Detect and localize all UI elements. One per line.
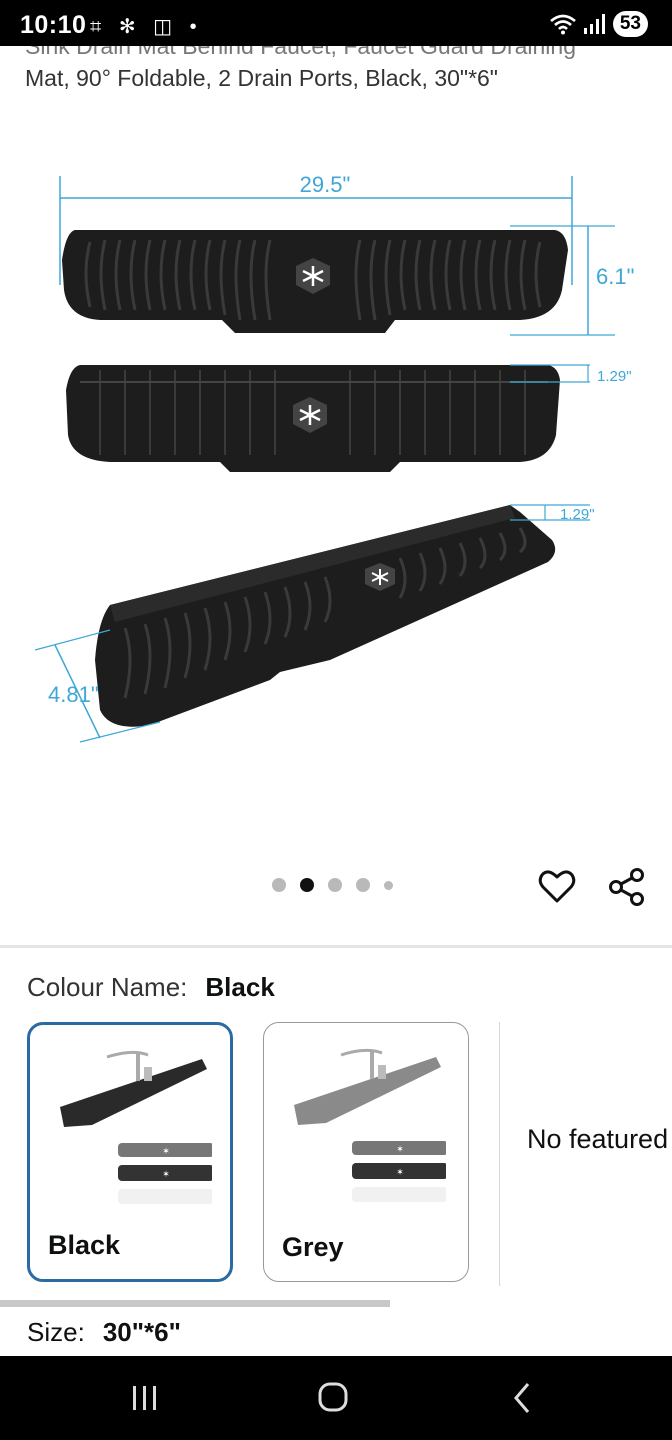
svg-text:✶: ✶ xyxy=(396,1144,404,1154)
width-dimension-label: 29.5" xyxy=(300,172,351,197)
svg-text:✶: ✶ xyxy=(162,1169,170,1179)
colour-option-label: Grey xyxy=(282,1232,344,1262)
battery-indicator: 53 xyxy=(612,11,648,37)
share-button[interactable] xyxy=(606,866,648,908)
svg-text:✶: ✶ xyxy=(162,1146,170,1156)
black-mat-thumbnail: ✶ ✶ xyxy=(60,1050,212,1204)
colour-option-label: Black xyxy=(48,1230,121,1260)
carousel-dot[interactable] xyxy=(272,878,286,892)
colour-name-row: Colour Name: Black xyxy=(27,972,275,1003)
signal-icon xyxy=(583,14,605,34)
size-key: Size: xyxy=(27,1317,85,1347)
carousel-dot[interactable] xyxy=(384,880,393,890)
carousel-dot[interactable] xyxy=(356,878,370,892)
carousel-indicator[interactable] xyxy=(272,878,393,892)
size-value: 30"*6" xyxy=(102,1317,181,1347)
sink-mat-dimension-illustration: 29.5" 6.1" 1.29" 1.29" 4.81" xyxy=(34,172,634,743)
height-dimension-label: 6.1" xyxy=(596,264,634,289)
no-featured-offers-text: No featured offers xyxy=(527,1124,672,1154)
share-icon xyxy=(609,868,644,906)
no-featured-offers[interactable]: No featured offers xyxy=(527,1122,672,1156)
product-image[interactable]: 29.5" 6.1" 1.29" 1.29" 4.81" xyxy=(0,150,672,770)
status-right: 53 xyxy=(549,10,648,38)
carousel-dot[interactable] xyxy=(328,878,342,892)
back-icon xyxy=(514,1383,530,1413)
heart-icon xyxy=(538,870,576,903)
colour-name-key: Colour Name: xyxy=(27,972,188,1002)
product-title-line: Mat, 90° Foldable, 2 Drain Ports, Black,… xyxy=(25,65,498,91)
section-divider xyxy=(0,945,672,948)
colour-name-value: Black xyxy=(205,972,275,1002)
colour-option-black[interactable]: ✶ ✶ Black xyxy=(27,1022,233,1282)
recent-apps-button[interactable] xyxy=(115,1376,175,1420)
wifi-icon xyxy=(550,14,576,35)
svg-text:✶: ✶ xyxy=(396,1167,404,1177)
swatch-scrollbar[interactable] xyxy=(0,1300,390,1307)
home-icon xyxy=(318,1382,348,1412)
carousel-dot-active[interactable] xyxy=(300,878,314,892)
notification-icons: ⌗ ✻ ◫ • xyxy=(90,16,203,38)
status-time: 10:10 xyxy=(20,11,87,39)
system-nav-bar xyxy=(0,1356,672,1440)
thickness-side-label: 1.29" xyxy=(560,506,595,523)
swatch-separator xyxy=(499,1022,500,1286)
home-button[interactable] xyxy=(303,1376,363,1420)
depth-dimension-label: 4.81" xyxy=(48,682,99,707)
wishlist-button[interactable] xyxy=(537,866,577,906)
grey-mat-thumbnail: ✶ ✶ xyxy=(294,1048,446,1202)
size-row: Size: 30"*6" xyxy=(27,1317,181,1348)
recent-apps-icon xyxy=(133,1386,156,1410)
thickness-top-label: 1.29" xyxy=(597,368,632,385)
colour-option-grey[interactable]: ✶ ✶ Grey xyxy=(263,1022,469,1282)
back-button[interactable] xyxy=(492,1376,552,1420)
status-bar: 10:10 ⌗ ✻ ◫ • 53 xyxy=(0,0,672,46)
